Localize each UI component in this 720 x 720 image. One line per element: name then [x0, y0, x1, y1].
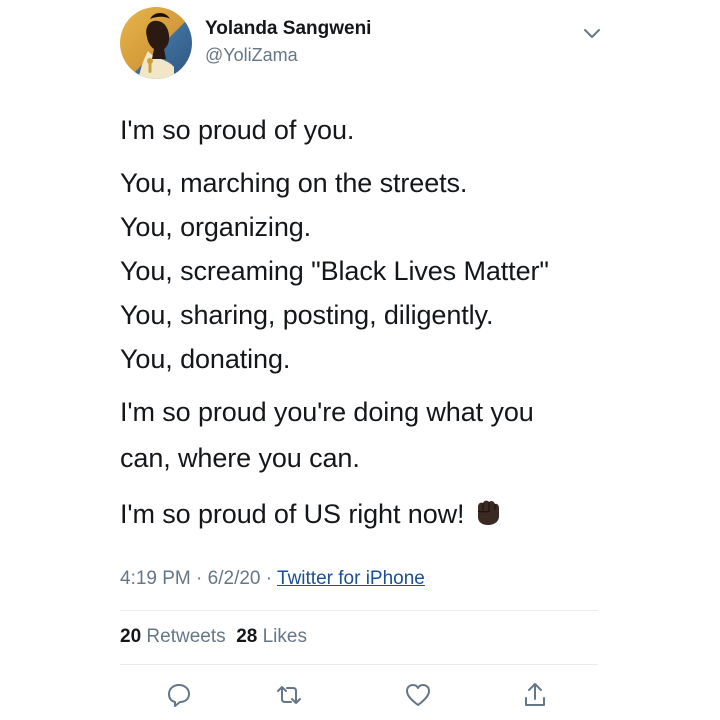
likes-count: 28 [236, 626, 258, 647]
reply-button[interactable] [164, 680, 194, 710]
reply-icon [168, 684, 190, 707]
share-button[interactable] [520, 680, 550, 710]
author-name[interactable]: Yolanda Sangweni [205, 18, 371, 40]
tweet-meta: 4:19 PM · 6/2/20 · Twitter for iPhone [120, 568, 425, 590]
tweet-text-line: You, organizing. [120, 212, 312, 242]
like-button[interactable] [403, 680, 433, 710]
tweet-text-line: can, where you can. [120, 443, 360, 473]
more-options-button[interactable] [578, 22, 606, 46]
meta-separator: · [265, 568, 273, 589]
likes-stat[interactable]: 28 Likes [236, 626, 307, 647]
tweet-text-line: I'm so proud of you. [120, 115, 355, 145]
tweet-text-line-last: I'm so proud of US right now! [120, 497, 502, 530]
retweets-stat[interactable]: 20 Retweets [120, 626, 226, 647]
tweet-stats: 20 Retweets 28 Likes [120, 626, 307, 648]
likes-label: Likes [262, 626, 307, 647]
raised-fist-emoji-icon [478, 500, 500, 525]
retweet-button[interactable] [274, 680, 304, 710]
tweet-source-link[interactable]: Twitter for iPhone [277, 568, 425, 589]
tweet-date[interactable]: 6/2/20 [208, 568, 261, 589]
retweets-count: 20 [120, 626, 142, 647]
tweet-text-line: I'm so proud you're doing what you [120, 397, 534, 427]
chevron-down-icon [584, 29, 600, 38]
divider [120, 610, 598, 611]
meta-separator: · [196, 568, 203, 589]
share-icon [525, 683, 545, 706]
tweet-text-line: You, marching on the streets. [120, 168, 468, 198]
tweet-text-line: You, sharing, posting, diligently. [120, 300, 494, 330]
retweet-icon [277, 686, 301, 704]
tweet-text-line: You, screaming "Black Lives Matter" [120, 256, 549, 286]
tweet-time[interactable]: 4:19 PM [120, 568, 191, 589]
avatar[interactable] [120, 7, 192, 79]
author-handle[interactable]: @YoliZama [205, 45, 298, 66]
tweet-card: Yolanda Sangweni @YoliZama I'm so proud … [0, 0, 720, 720]
tweet-text-line: You, donating. [120, 344, 291, 374]
tweet-text: I'm so proud of US right now! [120, 499, 465, 529]
divider [120, 664, 598, 665]
heart-icon [406, 684, 430, 706]
retweets-label: Retweets [146, 626, 226, 647]
